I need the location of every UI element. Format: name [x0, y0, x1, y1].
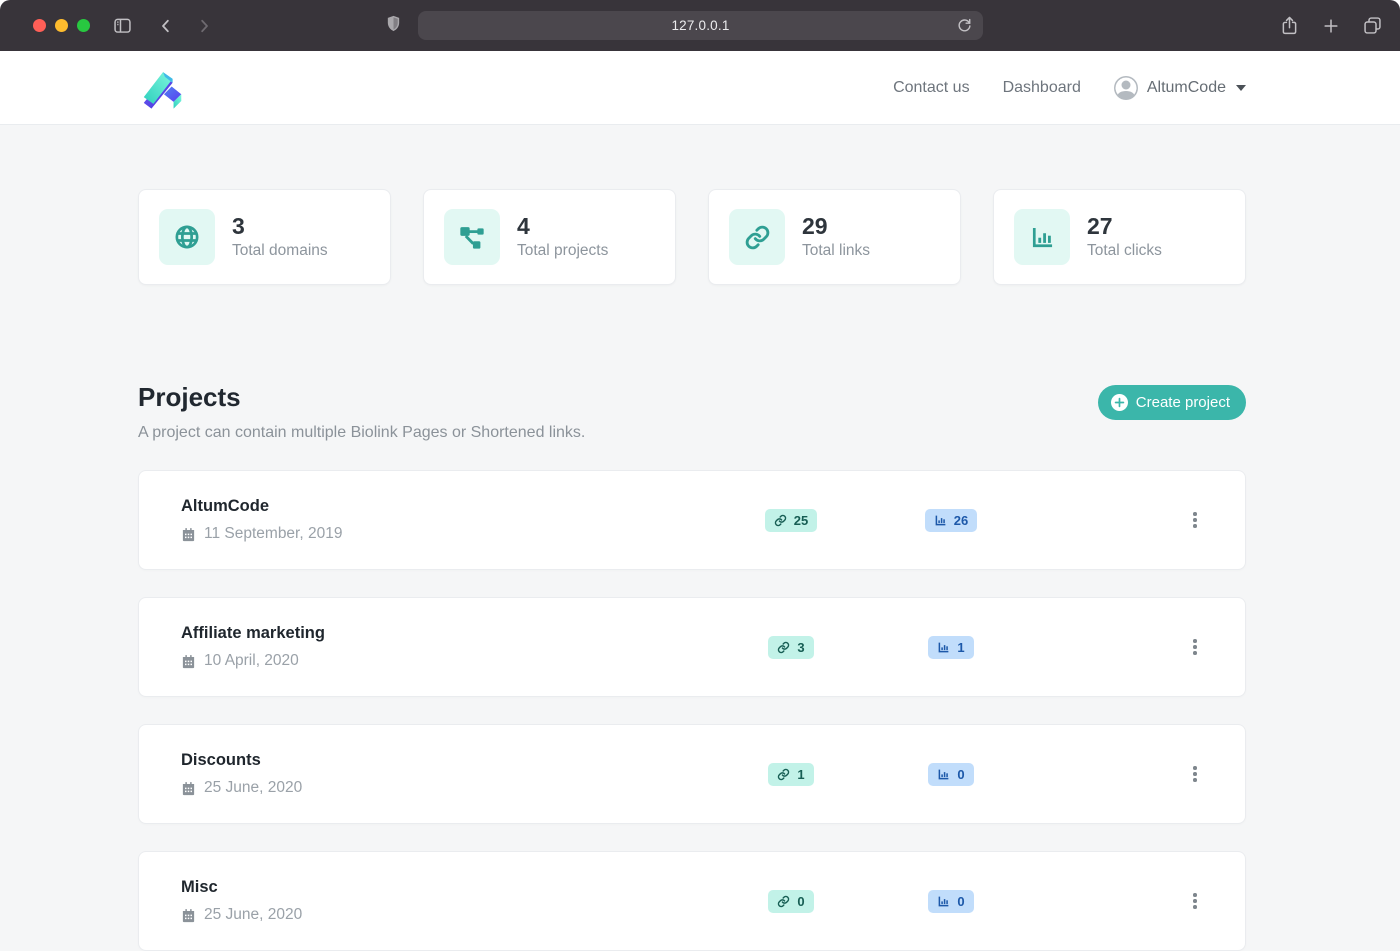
project-name[interactable]: Affiliate marketing — [181, 624, 711, 643]
globe-icon — [173, 223, 201, 251]
traffic-lights — [0, 19, 90, 32]
stat-label: Total projects — [517, 242, 608, 260]
url-text: 127.0.0.1 — [671, 18, 729, 33]
project-row[interactable]: Discounts 25 June, 2020 — [138, 724, 1246, 824]
reload-icon[interactable] — [955, 16, 974, 35]
links-count-badge: 25 — [765, 509, 817, 532]
bar-chart-icon — [934, 514, 947, 527]
project-menu-button[interactable] — [1187, 888, 1203, 914]
bar-chart-icon — [1029, 224, 1056, 251]
stat-label: Total clicks — [1087, 242, 1162, 260]
project-date: 11 September, 2019 — [181, 525, 711, 543]
project-date: 25 June, 2020 — [181, 779, 711, 797]
minimize-window-button[interactable] — [55, 19, 68, 32]
share-icon[interactable] — [1279, 15, 1300, 36]
link-icon — [777, 895, 790, 908]
project-name[interactable]: Misc — [181, 878, 711, 897]
link-icon — [777, 641, 790, 654]
back-icon[interactable] — [157, 17, 175, 35]
close-window-button[interactable] — [33, 19, 46, 32]
stat-card: 29 Total links — [708, 189, 961, 285]
caret-down-icon — [1236, 85, 1246, 91]
clicks-count-badge: 0 — [928, 763, 973, 786]
plus-circle-icon — [1111, 394, 1128, 411]
link-icon — [774, 514, 787, 527]
link-icon — [777, 768, 790, 781]
calendar-icon — [181, 781, 196, 796]
forward-icon[interactable] — [195, 17, 213, 35]
project-menu-button[interactable] — [1187, 761, 1203, 787]
project-row[interactable]: Affiliate marketing 10 April, 2020 — [138, 597, 1246, 697]
site-navbar: Contact us Dashboard AltumCode — [0, 51, 1400, 125]
page-title: Projects — [138, 382, 585, 413]
bar-chart-icon — [937, 895, 950, 908]
create-project-button[interactable]: Create project — [1098, 385, 1246, 420]
project-name[interactable]: Discounts — [181, 751, 711, 770]
bar-chart-icon — [937, 768, 950, 781]
shield-icon[interactable] — [385, 13, 402, 35]
project-name[interactable]: AltumCode — [181, 497, 711, 516]
project-diagram-icon — [458, 223, 486, 251]
project-date: 10 April, 2020 — [181, 652, 711, 670]
altumcode-logo[interactable] — [138, 64, 188, 111]
project-row[interactable]: AltumCode 11 September, 2019 — [138, 470, 1246, 570]
stat-value: 4 — [517, 214, 608, 239]
page-content: 3 Total domains 4 Total projects — [0, 125, 1400, 951]
projects-list: AltumCode 11 September, 2019 — [138, 470, 1246, 951]
project-row[interactable]: Misc 25 June, 2020 — [138, 851, 1246, 951]
person-circle-icon — [1114, 76, 1138, 100]
stat-label: Total links — [802, 242, 870, 260]
user-menu[interactable]: AltumCode — [1114, 76, 1246, 100]
tabs-overview-icon[interactable] — [1362, 15, 1383, 36]
clicks-count-badge: 0 — [928, 890, 973, 913]
stat-value: 29 — [802, 214, 870, 239]
new-tab-icon[interactable] — [1321, 16, 1341, 36]
links-count-badge: 3 — [768, 636, 813, 659]
stat-card: 3 Total domains — [138, 189, 391, 285]
sidebar-icon[interactable] — [112, 15, 133, 36]
stat-value: 3 — [232, 214, 328, 239]
clicks-count-badge: 26 — [925, 509, 977, 532]
links-count-badge: 0 — [768, 890, 813, 913]
project-menu-button[interactable] — [1187, 507, 1203, 533]
page-subtitle: A project can contain multiple Biolink P… — [138, 424, 585, 442]
project-date: 25 June, 2020 — [181, 906, 711, 924]
clicks-count-badge: 1 — [928, 636, 973, 659]
link-icon — [744, 224, 771, 251]
user-name: AltumCode — [1147, 79, 1226, 97]
stat-label: Total domains — [232, 242, 328, 260]
links-count-badge: 1 — [768, 763, 813, 786]
calendar-icon — [181, 527, 196, 542]
address-bar[interactable]: 127.0.0.1 — [418, 11, 983, 40]
calendar-icon — [181, 654, 196, 669]
nav-link-dashboard[interactable]: Dashboard — [1003, 79, 1081, 97]
stat-value: 27 — [1087, 214, 1162, 239]
browser-toolbar: 127.0.0.1 — [0, 0, 1400, 51]
bar-chart-icon — [937, 641, 950, 654]
stat-card: 27 Total clicks — [993, 189, 1246, 285]
nav-link-contact-us[interactable]: Contact us — [893, 79, 969, 97]
zoom-window-button[interactable] — [77, 19, 90, 32]
calendar-icon — [181, 908, 196, 923]
project-menu-button[interactable] — [1187, 634, 1203, 660]
stats-row: 3 Total domains 4 Total projects — [138, 189, 1246, 285]
stat-card: 4 Total projects — [423, 189, 676, 285]
